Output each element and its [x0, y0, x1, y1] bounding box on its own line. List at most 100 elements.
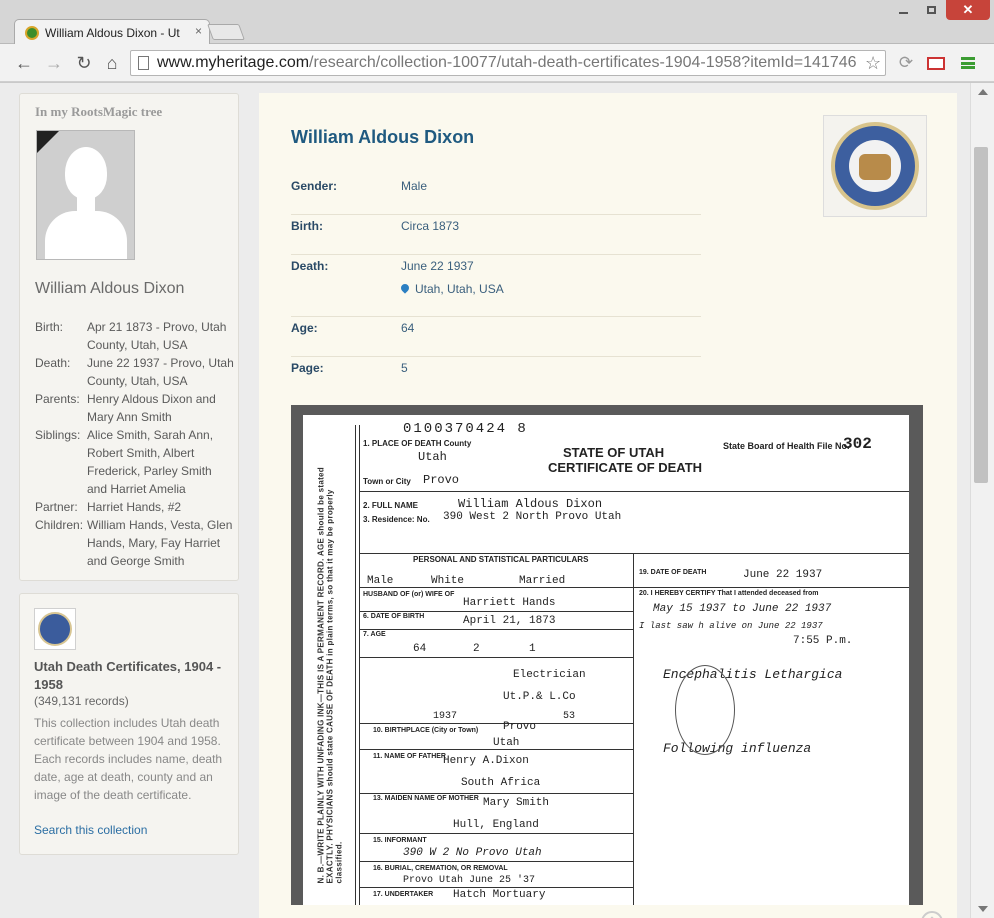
- fact-label: Death:: [35, 356, 71, 370]
- menu-icon[interactable]: [958, 53, 978, 73]
- tab-close-icon[interactable]: ×: [195, 24, 202, 38]
- fact-label: Parents:: [35, 392, 80, 406]
- cert-color: White: [431, 575, 465, 587]
- minimize-button[interactable]: [890, 0, 916, 20]
- utah-seal-icon: [831, 122, 919, 210]
- back-button[interactable]: ←: [12, 51, 36, 75]
- certificate-paper: N. B.—WRITE PLAINLY WITH UNFADING INK—TH…: [303, 415, 909, 905]
- maximize-icon: [926, 6, 936, 14]
- cert-state: STATE OF UTAH: [563, 445, 665, 460]
- expand-image-icon[interactable]: [916, 906, 948, 918]
- vertical-scrollbar[interactable]: [970, 83, 994, 918]
- extension-icon[interactable]: ⟳: [896, 53, 916, 73]
- cert-board: State Board of Health File No.: [723, 441, 850, 451]
- death-place-text: Utah, Utah, USA: [415, 282, 504, 296]
- fact-value: Alice Smith, Sarah Ann, Robert Smith, Al…: [87, 428, 214, 496]
- fact-row: Children: William Hands, Vesta, Glen Hand…: [35, 516, 235, 570]
- birth-value: Circa 1873: [401, 219, 460, 233]
- death-label: Death:: [291, 259, 329, 273]
- cert-occupation: Electrician: [513, 669, 586, 681]
- fact-label: Siblings:: [35, 428, 81, 442]
- scrollbar-thumb[interactable]: [974, 147, 988, 483]
- cert-birthplace-state: Utah: [493, 737, 520, 749]
- page-icon: [138, 56, 149, 70]
- collection-count: (349,131 records): [34, 694, 129, 708]
- fact-row: Partner: Harriet Hands, #2: [35, 498, 235, 516]
- scroll-up-icon[interactable]: [978, 89, 988, 95]
- cert-residence-label: 3. Residence: No.: [363, 515, 430, 524]
- fact-row: Parents: Henry Aldous Dixon and Mary Ann …: [35, 390, 235, 426]
- certificate-signature-mark: [675, 665, 735, 755]
- record-title: William Aldous Dixon: [291, 127, 475, 147]
- gender-label: Gender:: [291, 179, 338, 193]
- cert-certify: 20. I HEREBY CERTIFY That I attended dec…: [639, 590, 819, 597]
- cert-spouse: Harriett Hands: [463, 597, 556, 609]
- fact-label: Children:: [35, 518, 84, 532]
- fact-label: Birth:: [35, 320, 64, 334]
- death-date: June 22 1937: [401, 259, 474, 273]
- age-label: Age:: [291, 321, 318, 335]
- death-place[interactable]: Utah, Utah, USA: [399, 282, 504, 296]
- cert-county-label: 1. PLACE OF DEATH County: [363, 439, 472, 448]
- fact-value: Harriet Hands, #2: [87, 500, 182, 514]
- cert-mother-birthplace: Hull, England: [453, 819, 539, 831]
- home-button[interactable]: ⌂: [100, 51, 124, 75]
- bookmark-star-icon[interactable]: ☆: [865, 53, 881, 74]
- cert-birthplace: Provo: [503, 721, 537, 733]
- death-certificate-image[interactable]: N. B.—WRITE PLAINLY WITH UNFADING INK—TH…: [291, 405, 923, 905]
- birth-label: Birth:: [291, 219, 323, 233]
- browser-toolbar: ← → ↻ ⌂ www.myheritage.com/research/coll…: [0, 44, 994, 82]
- new-tab-button[interactable]: [207, 24, 245, 40]
- record-row-death: Death: June 22 1937 Utah, Utah, USA: [291, 255, 701, 317]
- close-window-button[interactable]: ✕: [946, 0, 990, 20]
- cert-section: PERSONAL AND STATISTICAL PARTICULARS: [413, 555, 589, 564]
- maximize-button[interactable]: [918, 0, 944, 20]
- page-value: 5: [401, 361, 408, 375]
- collection-card: Utah Death Certificates, 1904 - 1958 (34…: [19, 593, 239, 855]
- cert-age-months: 2: [473, 643, 480, 655]
- cert-father-birthplace: South Africa: [461, 777, 541, 789]
- cert-spouse-label: HUSBAND OF (or) WIFE OF: [363, 591, 455, 598]
- fact-value: Apr 21 1873 - Provo, Utah County, Utah, …: [87, 320, 227, 352]
- cert-file-no: 302: [843, 435, 872, 453]
- cert-occ-years: 53: [563, 711, 576, 722]
- cert-father: Henry A.Dixon: [443, 755, 529, 767]
- forward-button[interactable]: →: [42, 51, 66, 75]
- cert-father-label: 11. NAME OF FATHER: [373, 753, 446, 760]
- cert-dob: April 21, 1873: [463, 615, 556, 627]
- cert-attended: May 15 1937 to June 22 1937: [653, 603, 832, 615]
- tree-heading: In my RootsMagic tree: [35, 104, 163, 119]
- collection-description: This collection includes Utah death cert…: [34, 716, 223, 802]
- cert-title: CERTIFICATE OF DEATH: [548, 460, 703, 475]
- cert-death-date: June 22 1937: [743, 569, 823, 581]
- cert-number: 0100370424 8: [403, 421, 528, 437]
- url-text[interactable]: www.myheritage.com/research/collection-1…: [157, 54, 857, 72]
- person-facts: Birth: Apr 21 1873 - Provo, Utah County, …: [35, 318, 235, 570]
- cert-full-name: William Aldous Dixon: [458, 497, 603, 511]
- cert-death-date-label: 19. DATE OF DEATH: [639, 569, 707, 576]
- tab-active[interactable]: William Aldous Dixon - Ut ×: [14, 19, 210, 45]
- cert-city: Provo: [423, 473, 460, 487]
- gmail-icon[interactable]: [926, 53, 946, 73]
- cert-city-label: Town or City: [363, 477, 411, 486]
- address-bar[interactable]: www.myheritage.com/research/collection-1…: [130, 50, 886, 76]
- record-panel: William Aldous Dixon Gender: Male Birth:…: [259, 93, 957, 918]
- cert-undertaker: Hatch Mortuary: [453, 889, 546, 901]
- reload-button[interactable]: ↻: [72, 51, 96, 75]
- scroll-down-icon[interactable]: [978, 906, 988, 912]
- cert-informant-label: 15. INFORMANT: [373, 837, 427, 844]
- person-name-link[interactable]: William Aldous Dixon: [35, 280, 184, 298]
- certificate-side-note: N. B.—WRITE PLAINLY WITH UNFADING INK—TH…: [316, 467, 344, 884]
- cert-birthplace-label: 10. BIRTHPLACE (City or Town): [373, 727, 479, 734]
- cert-informant-address: 390 W 2 No Provo Utah: [403, 847, 542, 859]
- cert-mother: Mary Smith: [483, 797, 550, 809]
- cert-industry: Ut.P.& L.Co: [503, 691, 576, 703]
- cert-mother-label: 13. MAIDEN NAME OF MOTHER: [373, 795, 479, 802]
- avatar[interactable]: [36, 130, 135, 260]
- fact-label: Partner:: [35, 500, 78, 514]
- cert-saw-alive: I last saw h alive on June 22 1937: [639, 621, 823, 631]
- browser-title-bar: William Aldous Dixon - Ut × ✕: [0, 0, 994, 45]
- collection-seal-icon[interactable]: [34, 608, 76, 650]
- collection-title: Utah Death Certificates, 1904 - 1958: [34, 659, 222, 692]
- search-collection-link[interactable]: Search this collection: [34, 823, 147, 837]
